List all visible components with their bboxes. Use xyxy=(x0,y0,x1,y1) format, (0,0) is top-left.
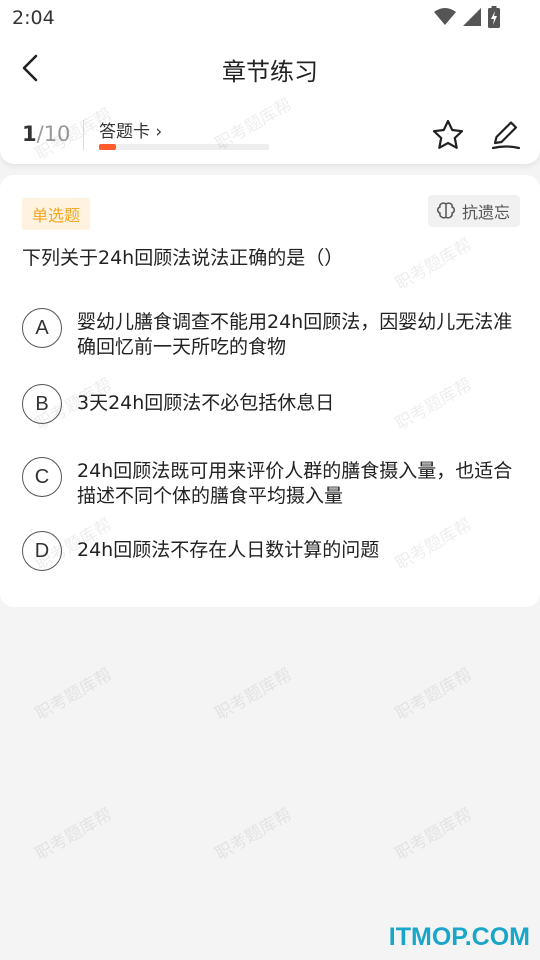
watermark: 职考题库帮 xyxy=(31,664,116,725)
option-letter: B xyxy=(22,384,62,424)
wifi-icon xyxy=(434,8,456,25)
status-icons xyxy=(434,6,500,28)
option-text: 3天24h回顾法不必包括休息日 xyxy=(77,392,335,414)
star-icon xyxy=(432,119,464,149)
note-button[interactable] xyxy=(489,118,523,152)
divider xyxy=(83,120,84,150)
option-c[interactable]: C 24h回顾法既可用来评价人群的膳食摄入量，也适合描述不同个体的膳食平均摄入量 xyxy=(22,457,522,509)
chevron-right-icon: › xyxy=(155,122,163,142)
brain-icon xyxy=(436,202,455,219)
brand-watermark: ITMOP.COM xyxy=(388,923,530,951)
option-a[interactable]: A 婴幼儿膳食调查不能用24h回顾法，因婴幼儿无法准确回忆前一天所吃的食物 xyxy=(22,308,522,360)
progress-bar-fill xyxy=(99,144,116,150)
option-b[interactable]: B 3天24h回顾法不必包括休息日 xyxy=(22,384,522,424)
progress-card: 1/10 答题卡 › xyxy=(0,102,540,164)
option-d[interactable]: D 24h回顾法不存在人日数计算的问题 xyxy=(22,531,522,571)
nav-bar: 章节练习 xyxy=(0,36,540,102)
total-questions: /10 xyxy=(36,122,71,146)
current-question-number: 1 xyxy=(22,122,37,146)
option-letter: C xyxy=(22,457,62,497)
question-counter: 1/10 xyxy=(22,122,70,146)
watermark: 职考题库帮 xyxy=(391,804,476,865)
option-letter: A xyxy=(22,308,62,348)
question-type-badge: 单选题 xyxy=(22,198,91,230)
answer-card-link[interactable]: 答题卡 › xyxy=(99,117,162,142)
battery-icon xyxy=(488,6,500,28)
status-bar: 2:04 xyxy=(0,0,540,36)
answer-card-label: 答题卡 xyxy=(99,122,150,142)
option-text: 24h回顾法既可用来评价人群的膳食摄入量，也适合描述不同个体的膳食平均摄入量 xyxy=(77,460,513,507)
page-title: 章节练习 xyxy=(222,58,318,86)
question-card: 单选题 抗遗忘 下列关于24h回顾法说法正确的是（） A 婴幼儿膳食调查不能用2… xyxy=(0,175,540,607)
anti-forget-button[interactable]: 抗遗忘 xyxy=(427,195,520,227)
watermark: 职考题库帮 xyxy=(391,664,476,725)
option-text: 婴幼儿膳食调查不能用24h回顾法，因婴幼儿无法准确回忆前一天所吃的食物 xyxy=(77,311,513,358)
option-text: 24h回顾法不存在人日数计算的问题 xyxy=(77,539,380,561)
question-stem: 下列关于24h回顾法说法正确的是（） xyxy=(22,247,344,269)
favorite-button[interactable] xyxy=(431,118,465,152)
watermark: 职考题库帮 xyxy=(211,664,296,725)
option-letter: D xyxy=(22,531,62,571)
signal-icon xyxy=(463,8,481,26)
progress-bar xyxy=(99,144,269,150)
watermark: 职考题库帮 xyxy=(31,804,116,865)
status-time: 2:04 xyxy=(12,7,55,29)
edit-icon xyxy=(491,121,521,150)
anti-forget-label: 抗遗忘 xyxy=(461,203,510,222)
watermark: 职考题库帮 xyxy=(211,804,296,865)
